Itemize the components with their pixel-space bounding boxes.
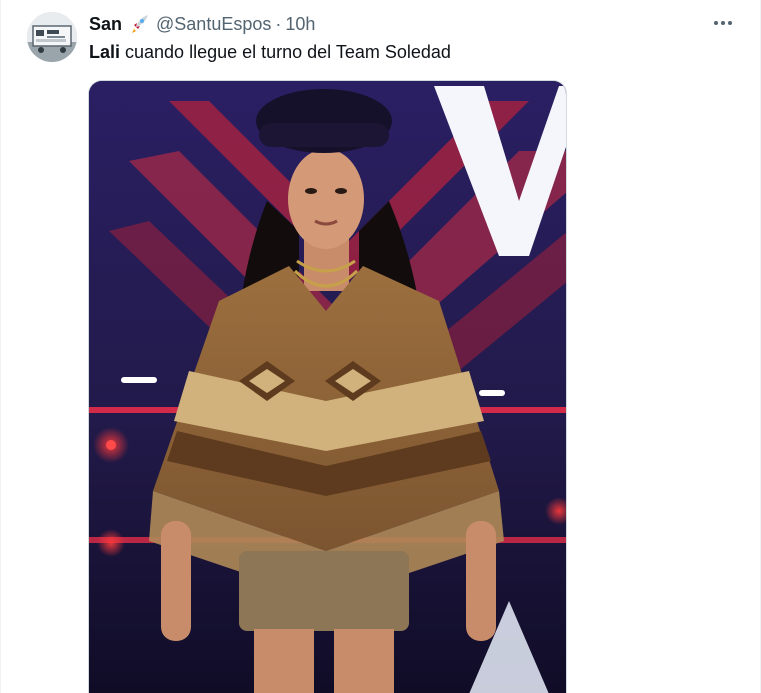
rocket-icon <box>128 13 150 35</box>
tweet-text-body: cuando llegue el turno del Team Soledad <box>120 42 451 62</box>
tweet-text-mention: Lali <box>89 42 121 62</box>
separator-dot: · <box>275 14 282 34</box>
tweet-header: San @SantuEspos · 10h <box>89 14 315 34</box>
author-handle[interactable]: @SantuEspos <box>156 14 271 34</box>
tweet-card[interactable]: San @SantuEspos · 10h Lali cuando llegue… <box>0 0 761 693</box>
tweet-media-photo[interactable] <box>88 80 567 693</box>
avatar[interactable] <box>27 12 77 62</box>
author-name[interactable]: San <box>89 14 122 34</box>
more-icon[interactable] <box>710 10 736 36</box>
photo-illustration <box>89 81 566 693</box>
timestamp[interactable]: 10h <box>285 14 315 34</box>
tweet-text: Lali cuando llegue el turno del Team Sol… <box>89 41 451 63</box>
